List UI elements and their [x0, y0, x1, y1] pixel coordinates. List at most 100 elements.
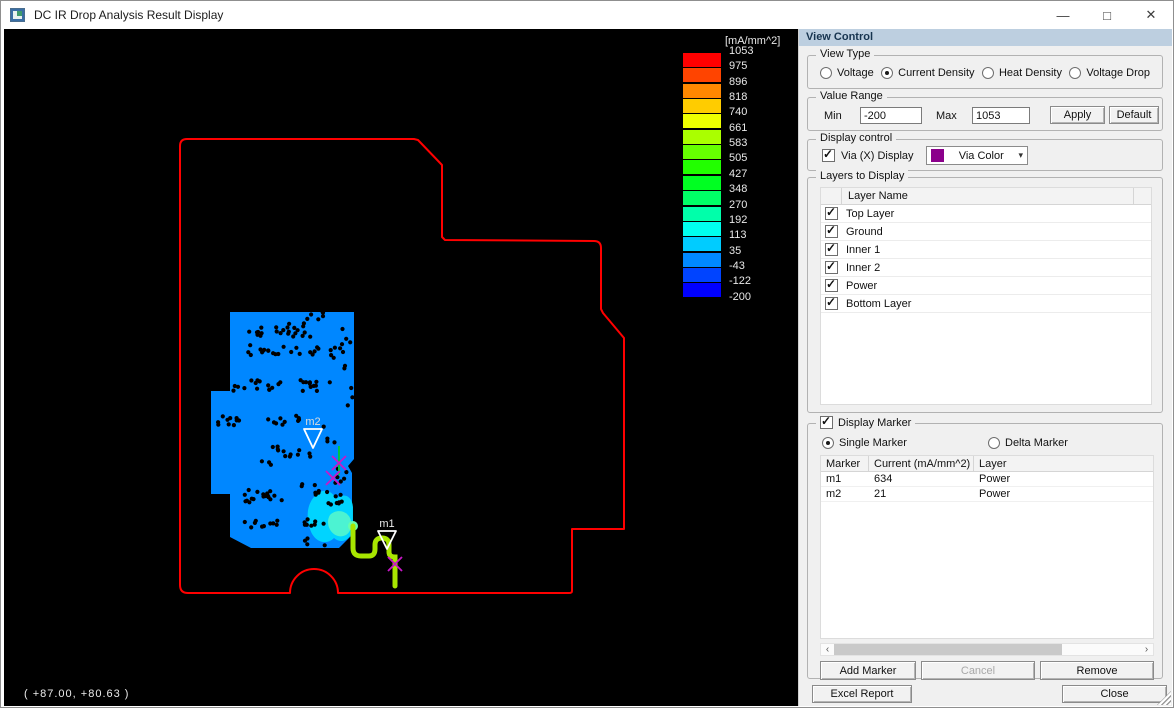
legend-swatch	[683, 160, 721, 174]
marker-table-row[interactable]: m1634Power	[821, 472, 1153, 487]
min-label: Min	[824, 110, 842, 122]
cell-marker: m2	[821, 487, 869, 501]
via-color-label: Via Color	[950, 150, 1012, 162]
window-title: DC IR Drop Analysis Result Display	[34, 8, 223, 22]
cell-layer: Power	[974, 487, 1153, 501]
legend-tick-label: -200	[729, 292, 751, 303]
radio-voltage-drop-label: Voltage Drop	[1086, 67, 1150, 79]
radio-current-density-label: Current Density	[898, 67, 974, 79]
marker-m2-label: m2	[305, 416, 320, 428]
via-display-checkbox[interactable]: Via (X) Display	[822, 149, 914, 162]
legend-tick-label: 661	[729, 123, 747, 134]
marker-table-hscrollbar[interactable]: ‹ ›	[820, 643, 1154, 656]
max-label: Max	[936, 110, 957, 122]
max-input[interactable]	[972, 107, 1030, 124]
scrollbar-track[interactable]	[834, 644, 1140, 655]
display-marker-group: Display Marker Single Marker Delta Marke…	[807, 423, 1163, 679]
radio-current-density[interactable]: Current Density	[881, 67, 974, 79]
checkbox-icon	[820, 416, 833, 429]
layer-name-column-header: Layer Name	[842, 188, 1134, 204]
legend-swatch	[683, 114, 721, 128]
radio-voltage[interactable]: Voltage	[820, 67, 874, 79]
legend-tick-label: 427	[729, 169, 747, 180]
layer-row[interactable]: Bottom Layer	[821, 295, 1151, 313]
color-legend: [mA/mm^2] 105397589681874066158350542734…	[683, 29, 798, 329]
checkbox-icon[interactable]	[825, 207, 838, 220]
via-color-swatch	[931, 149, 944, 162]
scroll-right-arrow[interactable]: ›	[1140, 644, 1153, 655]
radio-icon	[881, 67, 893, 79]
layer-name: Top Layer	[846, 208, 894, 220]
layer-name: Bottom Layer	[846, 298, 911, 310]
display-marker-label: Display Marker	[838, 417, 911, 429]
legend-tick-label: 740	[729, 107, 747, 118]
cell-layer: Power	[974, 472, 1153, 486]
legend-tick-label: 348	[729, 184, 747, 195]
checkbox-icon[interactable]	[825, 225, 838, 238]
marker-table-row[interactable]: m221Power	[821, 487, 1153, 502]
via-display-label: Via (X) Display	[841, 150, 914, 162]
cancel-button[interactable]: Cancel	[921, 661, 1035, 680]
default-button[interactable]: Default	[1109, 106, 1159, 124]
layer-name: Power	[846, 280, 877, 292]
layers-list-header: Layer Name	[821, 188, 1151, 205]
legend-tick-label: 113	[729, 230, 747, 241]
legend-swatch	[683, 283, 721, 297]
maximize-button[interactable]: □	[1085, 1, 1129, 29]
via-color-dropdown[interactable]: Via Color ▾	[926, 146, 1028, 165]
layers-checkbox-column	[821, 188, 842, 204]
layer-row[interactable]: Ground	[821, 223, 1151, 241]
radio-delta-marker[interactable]: Delta Marker	[988, 437, 1068, 449]
close-button[interactable]: Close	[1062, 685, 1167, 703]
checkbox-icon[interactable]	[825, 297, 838, 310]
pcb-canvas[interactable]: m2 m1 [mA/mm^2] 105397589681874066158350…	[4, 29, 798, 706]
radio-heat-density[interactable]: Heat Density	[982, 67, 1062, 79]
radio-icon	[982, 67, 994, 79]
close-window-button[interactable]: ✕	[1129, 1, 1173, 29]
radio-heat-density-label: Heat Density	[999, 67, 1062, 79]
legend-swatch	[683, 68, 721, 82]
legend-tick-label: 818	[729, 92, 747, 103]
layer-row[interactable]: Inner 2	[821, 259, 1151, 277]
legend-swatch	[683, 222, 721, 236]
legend-swatch	[683, 191, 721, 205]
value-range-group: Value Range Min Max Apply Default	[807, 97, 1163, 131]
minimize-button[interactable]: —	[1041, 1, 1085, 29]
checkbox-icon[interactable]	[825, 243, 838, 256]
legend-swatch	[683, 253, 721, 267]
cell-current: 21	[869, 487, 974, 501]
layers-label: Layers to Display	[816, 170, 908, 182]
display-control-group: Display control Via (X) Display Via Colo…	[807, 139, 1163, 171]
excel-report-button[interactable]: Excel Report	[812, 685, 912, 703]
remove-button[interactable]: Remove	[1040, 661, 1154, 680]
legend-swatch	[683, 207, 721, 221]
layers-group: Layers to Display Layer Name Top LayerGr…	[807, 177, 1163, 413]
legend-tick-label: 1053	[729, 46, 753, 57]
legend-swatch	[683, 176, 721, 190]
scroll-left-arrow[interactable]: ‹	[821, 644, 834, 655]
pcb-drawing: m2 m1	[4, 29, 798, 706]
chevron-down-icon: ▾	[1018, 150, 1023, 161]
delta-marker-label: Delta Marker	[1005, 437, 1068, 449]
layer-row[interactable]: Power	[821, 277, 1151, 295]
col-marker: Marker	[821, 456, 869, 471]
radio-single-marker[interactable]: Single Marker	[822, 437, 907, 449]
cursor-coordinates: ( +87.00, +80.63 )	[24, 688, 129, 700]
view-type-label: View Type	[816, 48, 874, 60]
legend-swatch	[683, 130, 721, 144]
radio-icon	[988, 437, 1000, 449]
min-input[interactable]	[860, 107, 922, 124]
apply-button[interactable]: Apply	[1050, 106, 1105, 124]
radio-icon	[820, 67, 832, 79]
legend-tick-label: 583	[729, 138, 747, 149]
radio-voltage-drop[interactable]: Voltage Drop	[1069, 67, 1150, 79]
display-marker-toggle[interactable]: Display Marker	[816, 416, 915, 429]
legend-swatch	[683, 84, 721, 98]
checkbox-icon[interactable]	[825, 261, 838, 274]
checkbox-icon[interactable]	[825, 279, 838, 292]
radio-icon	[1069, 67, 1081, 79]
add-marker-button[interactable]: Add Marker	[820, 661, 916, 680]
layer-row[interactable]: Top Layer	[821, 205, 1151, 223]
scrollbar-thumb[interactable]	[834, 644, 1062, 655]
layer-row[interactable]: Inner 1	[821, 241, 1151, 259]
